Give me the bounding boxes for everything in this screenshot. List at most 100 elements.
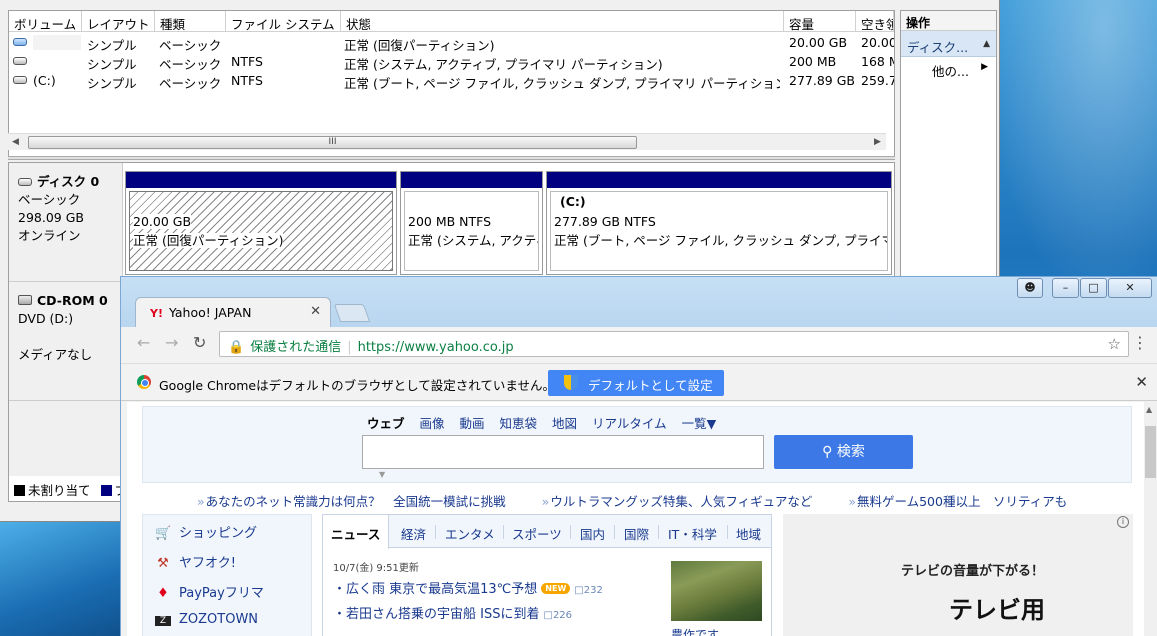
promo-link[interactable]: »無料ゲーム500種以上 ソリティアも: [848, 494, 1083, 509]
column-header-type[interactable]: 種類: [155, 11, 226, 32]
volume-row[interactable]: (C:) シンプル ベーシック NTFS 正常 (ブート, ページ ファイル, …: [9, 71, 894, 91]
volume-icon: [13, 76, 27, 84]
search-tab-web[interactable]: ウェブ: [367, 416, 405, 431]
actions-disk-management[interactable]: ディスク... ▲: [901, 31, 996, 57]
window-controls: ☻ – □ ✕: [1017, 278, 1152, 300]
pane-splitter[interactable]: [8, 156, 895, 160]
promo-link[interactable]: »あなたのネット常識力は何点？ 全国統一模試に挑戦: [197, 494, 522, 509]
partition-c-drive[interactable]: (C:) 277.89 GB NTFS 正常 (ブート, ページ ファイル, ク…: [546, 171, 892, 275]
news-updated-time: 10/7(金) 9:51更新: [333, 563, 419, 574]
set-default-button[interactable]: デフォルトとして設定: [548, 370, 724, 396]
address-bar[interactable]: 🔒 保護された通信 | https://www.yahoo.co.jp ☆: [219, 331, 1129, 357]
tab-close-icon[interactable]: ✕: [310, 304, 321, 319]
volume-icon: [13, 57, 27, 65]
menu-item-auction[interactable]: ⚒ ヤフオク!: [143, 545, 311, 575]
bookmark-star-icon[interactable]: ☆: [1108, 335, 1121, 353]
search-tab-realtime[interactable]: リアルタイム: [592, 416, 667, 431]
news-tab-news[interactable]: ニュース: [323, 515, 390, 549]
volume-name: (C:): [33, 73, 56, 88]
volume-free: 20.00: [861, 35, 894, 50]
scroll-right-arrow-icon[interactable]: ▶: [874, 137, 881, 147]
search-box-area: ウェブ 画像 動画 知恵袋 地図 リアルタイム 一覧▼ ▼ ⚲ 検索: [142, 406, 1132, 483]
column-header-free[interactable]: 空き領: [856, 11, 894, 32]
cdrom-title: CD-ROM 0: [18, 292, 122, 310]
vertical-scrollbar[interactable]: ▲: [1144, 402, 1157, 636]
news-tab-entertainment[interactable]: エンタメ: [445, 524, 495, 543]
double-chevron-icon: »: [541, 494, 550, 509]
news-tab-it-science[interactable]: IT・科学: [668, 524, 717, 543]
promo-link-text: ウルトラマングッズ特集、人気フィギュアなど: [550, 494, 813, 509]
news-thumbnail[interactable]: [671, 561, 762, 621]
column-header-status[interactable]: 状態: [341, 11, 784, 32]
partition-recovery[interactable]: 20.00 GB 正常 (回復パーティション): [125, 171, 397, 275]
search-tab-images[interactable]: 画像: [420, 416, 445, 431]
new-tab-button[interactable]: [333, 304, 371, 322]
browser-tab[interactable]: Y! Yahoo! JAPAN ✕: [135, 297, 331, 327]
column-header-capacity[interactable]: 容量: [784, 11, 856, 32]
suggest-caret-icon[interactable]: ▼: [379, 470, 385, 479]
disk-0-label[interactable]: ディスク 0 ベーシック 298.09 GB オンライン: [9, 163, 123, 281]
partition-bar: [401, 172, 542, 188]
partition-bar: [547, 172, 891, 188]
tab-separator: [503, 525, 504, 539]
column-header-layout[interactable]: レイアウト: [82, 11, 155, 32]
scroll-thumb[interactable]: [1145, 426, 1156, 478]
menu-item-zozotown[interactable]: Z ZOZOTOWN: [143, 605, 311, 635]
search-tab-list[interactable]: 一覧▼: [682, 416, 717, 431]
actions-pane: 操作 ディスク... ▲ 他の... ▶: [900, 10, 997, 280]
news-tab-economy[interactable]: 経済: [401, 524, 426, 543]
infobar-close-icon[interactable]: ✕: [1135, 373, 1148, 391]
reload-icon[interactable]: ↻: [193, 333, 206, 352]
scroll-left-arrow-icon[interactable]: ◀: [12, 137, 19, 147]
default-browser-infobar: Google Chromeはデフォルトのブラウザとして設定されていません。 デフ…: [121, 363, 1157, 401]
forward-arrow-icon[interactable]: →: [165, 333, 178, 352]
maximize-button[interactable]: □: [1080, 278, 1107, 298]
promo-links: »あなたのネット常識力は何点？ 全国統一模試に挑戦 »ウルトラマングッズ特集、人…: [197, 491, 1099, 510]
search-button[interactable]: ⚲ 検索: [774, 435, 913, 469]
news-thumbnail-caption[interactable]: 農作です: [671, 626, 719, 636]
gavel-icon: ⚒: [157, 556, 169, 571]
back-arrow-icon[interactable]: ←: [137, 333, 150, 352]
search-tab-chiebukuro[interactable]: 知恵袋: [500, 416, 538, 431]
scroll-thumb[interactable]: III: [28, 136, 637, 149]
partition-system[interactable]: 200 MB NTFS 正常 (システム, アクティ: [400, 171, 543, 275]
partition-body: 200 MB NTFS 正常 (システム, アクティ: [404, 191, 539, 271]
news-tab-sports[interactable]: スポーツ: [512, 524, 562, 543]
news-tab-domestic[interactable]: 国内: [580, 524, 605, 543]
column-header-volume[interactable]: ボリューム: [9, 11, 82, 32]
close-window-button[interactable]: ✕: [1108, 278, 1152, 298]
search-tab-video[interactable]: 動画: [460, 416, 485, 431]
news-headline[interactable]: ・広く雨 東京で最高気温13℃予想 NEW □232: [333, 578, 603, 597]
search-input[interactable]: [362, 435, 764, 469]
partition-size: 20.00 GB: [133, 214, 192, 229]
search-tab-map[interactable]: 地図: [552, 416, 577, 431]
volume-row[interactable]: シンプル ベーシック NTFS 正常 (システム, アクティブ, プライマリ パ…: [9, 52, 894, 72]
volume-row[interactable]: シンプル ベーシック 正常 (回復パーティション) 20.00 GB 20.00: [9, 33, 894, 53]
column-header-filesystem[interactable]: ファイル システム: [226, 11, 341, 32]
news-tab-international[interactable]: 国際: [624, 524, 649, 543]
ad-title: テレビ用: [949, 596, 1045, 624]
chrome-logo-icon: [137, 375, 151, 389]
cdrom-0-label[interactable]: CD-ROM 0 DVD (D:) メディアなし: [9, 282, 123, 400]
news-headline[interactable]: ・若田さん搭乗の宇宙船 ISSに到着 □226: [333, 603, 572, 622]
news-tab-local[interactable]: 地域: [736, 524, 761, 543]
minimize-button[interactable]: –: [1052, 278, 1079, 298]
profile-icon[interactable]: ☻: [1017, 278, 1043, 298]
comment-bubble-icon: □: [543, 610, 553, 621]
collapse-up-icon[interactable]: ▲: [983, 39, 990, 49]
comment-count-value: 226: [552, 610, 573, 621]
cdrom-drive: DVD (D:): [18, 311, 74, 326]
actions-more[interactable]: 他の... ▶: [901, 57, 996, 79]
horizontal-scrollbar[interactable]: ◀ III ▶: [8, 133, 886, 150]
cart-icon: 🛒: [155, 526, 172, 541]
ad-info-icon[interactable]: i: [1117, 516, 1129, 528]
tab-separator: [435, 525, 436, 539]
menu-item-shopping[interactable]: 🛒 ショッピング: [143, 515, 311, 545]
volume-name: [33, 35, 81, 50]
menu-item-paypay-flea[interactable]: ♦ PayPayフリマ: [143, 575, 311, 605]
chrome-menu-icon[interactable]: ⋮: [1132, 335, 1148, 351]
promo-link[interactable]: »ウルトラマングッズ特集、人気フィギュアなど: [542, 494, 829, 509]
scroll-up-arrow-icon[interactable]: ▲: [1146, 405, 1152, 414]
advertisement[interactable]: i テレビの音量が下がる！ テレビ用: [783, 514, 1133, 636]
comment-count-value: 232: [583, 585, 603, 596]
